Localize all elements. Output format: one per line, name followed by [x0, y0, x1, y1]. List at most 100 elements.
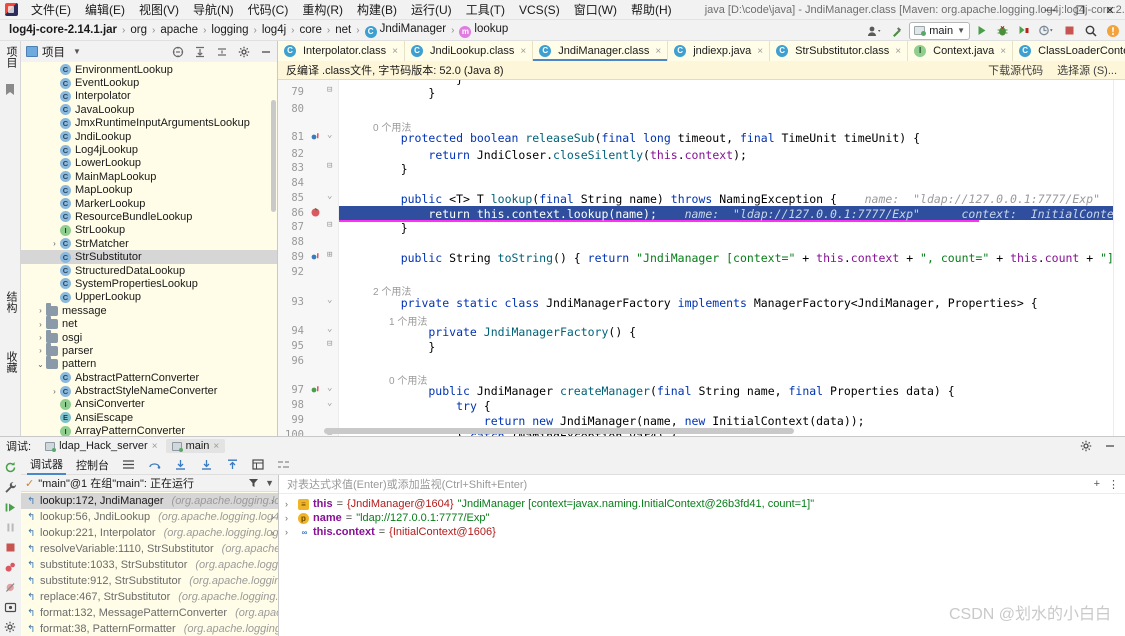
- tree-item[interactable]: › parser: [21, 342, 277, 357]
- stack-frame-item[interactable]: ↰ substitute:1033, StrSubstitutor (org.apa…: [21, 557, 278, 573]
- step-out-icon[interactable]: [223, 456, 242, 474]
- code-fold-marker[interactable]: ⌄: [327, 191, 332, 201]
- debug-sub-tab-bar[interactable]: 调试器 控制台: [21, 455, 1125, 475]
- stack-frame-item[interactable]: ↰ lookup:221, Interpolator (org.apache.log…: [21, 525, 278, 541]
- code-line[interactable]: }: [373, 221, 408, 235]
- tree-expand-arrow-icon[interactable]: ⌄: [35, 360, 46, 369]
- thread-selector[interactable]: ✓ "main"@1 在组"main": 正在运行 ▼: [21, 475, 278, 492]
- code-fold-marker[interactable]: ⌄: [327, 324, 332, 334]
- main-toolbar[interactable]: main ▼: [863, 20, 1123, 41]
- more-options-icon[interactable]: ⋮: [1108, 478, 1119, 491]
- close-icon[interactable]: ×: [895, 46, 901, 57]
- code-fold-marker[interactable]: ⊟: [327, 161, 332, 171]
- gear-icon[interactable]: [1077, 437, 1095, 455]
- menu-item-3[interactable]: 导航(N): [186, 0, 241, 20]
- stop-button[interactable]: [4, 541, 18, 555]
- code-fold-marker[interactable]: ⊟: [327, 339, 332, 349]
- scroll-to-source-icon[interactable]: [191, 43, 209, 61]
- close-icon[interactable]: ×: [520, 46, 526, 57]
- menu-bar[interactable]: 文件(E) 编辑(E) 视图(V) 导航(N) 代码(C) 重构(R) 构建(B) 运行(U)…: [24, 0, 679, 20]
- menu-item-8[interactable]: 工具(T): [459, 0, 512, 20]
- code-line[interactable]: protected boolean releaseSub(final long …: [373, 131, 920, 145]
- code-line[interactable]: }: [373, 86, 435, 100]
- gear-icon[interactable]: [235, 43, 253, 61]
- close-icon[interactable]: ×: [152, 441, 158, 452]
- menu-item-5[interactable]: 重构(R): [295, 0, 350, 20]
- maximize-button[interactable]: ❐: [1065, 0, 1095, 20]
- collapse-all-icon[interactable]: [169, 43, 187, 61]
- hide-panel-icon[interactable]: [257, 43, 275, 61]
- stack-frames-list[interactable]: ↰ lookup:172, JndiManager (org.apache.logg…: [21, 492, 278, 636]
- tree-item[interactable]: C EnvironmentLookup: [21, 63, 277, 76]
- sidebar-item-favorites[interactable]: 收藏: [3, 348, 19, 376]
- sidebar-item-project[interactable]: 项目: [3, 43, 19, 71]
- breakpoint-icon[interactable]: [311, 208, 320, 217]
- editor-horizontal-scrollbar[interactable]: [324, 428, 794, 434]
- tab-strsubstitutor-class[interactable]: C StrSubstitutor.class ×: [770, 41, 909, 61]
- tree-item[interactable]: I StrLookup: [21, 224, 277, 237]
- step-lines-icon[interactable]: [119, 456, 138, 474]
- menu-item-6[interactable]: 构建(B): [350, 0, 404, 20]
- breadcrumb-item-0[interactable]: log4j-core-2.14.1.jar: [6, 23, 120, 37]
- tab-debugger[interactable]: 调试器: [27, 455, 66, 475]
- code-line[interactable]: public String toString() { return "JndiM…: [373, 251, 1125, 265]
- bookmarks-icon[interactable]: [4, 83, 17, 96]
- user-avatar-icon[interactable]: [863, 22, 885, 40]
- breadcrumb-item-6[interactable]: net: [332, 23, 354, 37]
- run-with-coverage-button[interactable]: [1014, 22, 1033, 40]
- tree-item[interactable]: C JmxRuntimeInputArgumentsLookup: [21, 117, 277, 130]
- tree-item[interactable]: C UpperLookup: [21, 291, 277, 304]
- breadcrumb-item-2[interactable]: apache: [157, 23, 201, 37]
- stack-frame-item[interactable]: ↰ format:132, MessagePatternConverter (org…: [21, 605, 278, 621]
- rerun-button[interactable]: [4, 461, 18, 475]
- tree-item[interactable]: C MarkerLookup: [21, 197, 277, 210]
- code-fold-marker[interactable]: ⊟: [327, 220, 332, 230]
- close-icon[interactable]: ×: [1000, 46, 1006, 57]
- tree-item[interactable]: › message: [21, 302, 277, 317]
- menu-item-4[interactable]: 代码(C): [241, 0, 296, 20]
- tab-jndiexp-java[interactable]: Cjndiexp.java ×: [668, 41, 771, 61]
- menu-item-1[interactable]: 编辑(E): [78, 0, 132, 20]
- search-icon[interactable]: [1081, 22, 1101, 40]
- code-line[interactable]: try {: [373, 399, 491, 413]
- code-editor[interactable]: 79 80 81 82 83 84 85 86 87 88 89 92 93 94 95 96 97 98 99 10…: [278, 80, 1125, 436]
- mute-breakpoints[interactable]: [4, 581, 18, 595]
- tree-expand-arrow-icon[interactable]: ›: [35, 333, 46, 342]
- tree-item[interactable]: C MapLookup: [21, 184, 277, 197]
- stack-frame-item[interactable]: ↰ substitute:912, StrSubstitutor (org.apac…: [21, 573, 278, 589]
- tab-classloadercontextselector-class[interactable]: CClassLoaderContextSelector.class×: [1013, 41, 1125, 61]
- run-configuration-selector[interactable]: main ▼: [909, 21, 970, 40]
- code-line[interactable]: }: [373, 340, 435, 354]
- close-icon[interactable]: ×: [757, 46, 763, 57]
- breadcrumb-item-5[interactable]: core: [297, 23, 325, 37]
- more-settings[interactable]: [4, 621, 18, 635]
- debug-window-settings[interactable]: [1077, 437, 1119, 455]
- settings-wrench[interactable]: [4, 481, 18, 495]
- tree-item[interactable]: C Log4jLookup: [21, 143, 277, 156]
- variables-toolbar[interactable]: + ⋮: [1094, 478, 1119, 491]
- debug-action-rail[interactable]: [0, 455, 21, 636]
- resume-button[interactable]: [4, 501, 18, 515]
- editor-fold-column[interactable]: ⊟⌄⊟⌄⊟⊞⌄⌄⊟⌄⌄⊟: [324, 80, 339, 436]
- tree-item[interactable]: C JavaLookup: [21, 103, 277, 116]
- hide-panel-icon[interactable]: [1101, 437, 1119, 455]
- frame-expand-icon[interactable]: ›: [271, 512, 274, 522]
- tree-item[interactable]: › C AbstractStyleNameConverter: [21, 384, 277, 397]
- stack-frame-item[interactable]: ↰ lookup:172, JndiManager (org.apache.logg…: [21, 493, 278, 509]
- stack-frame-item[interactable]: ↰ lookup:56, JndiLookup (org.apache.loggin…: [21, 509, 278, 525]
- notifications-icon[interactable]: [1103, 22, 1123, 40]
- chevron-down-icon[interactable]: ▼: [265, 478, 274, 488]
- force-step-into-icon[interactable]: [197, 456, 216, 474]
- frame-expand-icon[interactable]: ›: [271, 496, 274, 506]
- code-fold-marker[interactable]: ⌄: [327, 295, 332, 305]
- project-tree[interactable]: C EnvironmentLookup C EventLookup C Interpola…: [21, 62, 277, 436]
- debug-button[interactable]: [993, 22, 1012, 40]
- breadcrumb-item-3[interactable]: logging: [208, 23, 251, 37]
- menu-item-10[interactable]: 窗口(W): [567, 0, 624, 20]
- download-sources-link[interactable]: 下载源代码: [988, 62, 1043, 78]
- tree-item[interactable]: C ResourceBundleLookup: [21, 210, 277, 223]
- close-button[interactable]: ✕: [1095, 0, 1125, 20]
- editor-error-stripe[interactable]: [1113, 80, 1125, 436]
- tree-expand-arrow-icon[interactable]: ›: [35, 306, 46, 315]
- project-tree-scrollbar[interactable]: [271, 100, 276, 212]
